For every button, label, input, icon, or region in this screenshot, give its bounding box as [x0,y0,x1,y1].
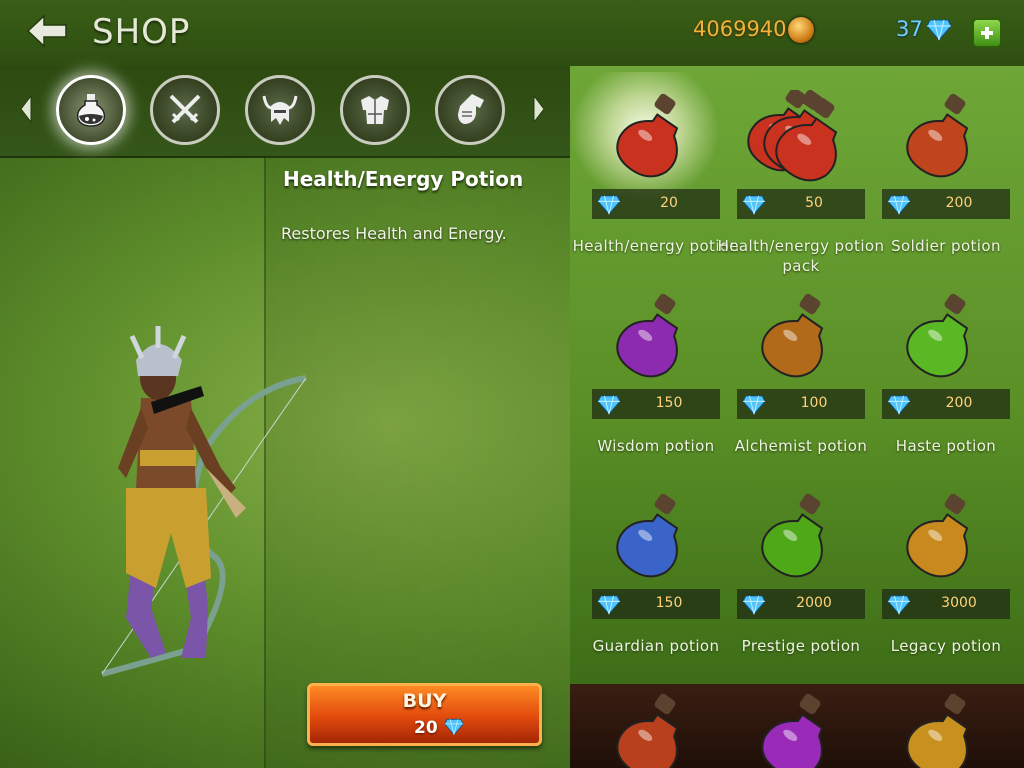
chest-armor-icon [361,96,389,124]
add-gems-button[interactable] [972,18,1002,48]
item-price: 200 [945,195,973,211]
price-bar: 100 [737,389,865,419]
chevron-left-icon[interactable] [19,94,33,124]
gem-icon [597,595,621,615]
gold-coin-icon [788,17,814,43]
item-price: 2000 [796,595,832,611]
top-bar: SHOP 4069940 37 [0,0,1024,66]
gem-icon [742,195,766,215]
buy-label: BUY [402,690,447,712]
category-tab-gloves[interactable] [435,75,505,145]
potion-bottle-icon [906,493,969,578]
shop-item[interactable]: 20 Health/energy potion [570,72,739,276]
item-title: Health/Energy Potion [283,167,524,191]
shop-item-partial[interactable] [862,686,992,768]
chevron-right-icon[interactable] [532,94,546,124]
back-arrow-icon[interactable] [26,14,68,48]
potion-bottle-icon [616,493,679,578]
price-bar: 2000 [737,589,865,619]
shop-item[interactable]: 200 Soldier potion [862,86,1010,276]
potion-bottle-icon [761,293,824,378]
gem-icon [887,395,911,415]
shop-item[interactable]: 150 Guardian potion [572,486,720,676]
gem-icon [597,195,621,215]
item-name: Haste potion [895,437,997,455]
item-name: Alchemist potion [734,437,868,455]
item-price: 20 [660,195,678,211]
item-name: Legacy potion [890,637,1002,655]
gem-icon [444,718,464,736]
potion-bottle-icon [747,90,838,182]
category-tab-weapons[interactable] [150,75,220,145]
page-title: SHOP [92,12,191,52]
buy-button[interactable]: BUY 20 [307,683,542,746]
category-tab-helmets[interactable] [245,75,315,145]
potion-bottle-icon [761,693,824,768]
gem-icon [742,595,766,615]
gem-icon [597,395,621,415]
shop-item[interactable]: 100 Alchemist potion [717,286,867,476]
gem-icon [926,19,952,41]
price-bar: 50 [737,189,865,219]
item-name: Health/energy potion [572,237,740,255]
item-name: Soldier potion [891,237,1001,255]
shop-item[interactable]: 50 Health/energy potion pack [717,86,884,276]
gem-icon [742,395,766,415]
buy-price: 20 [414,718,438,738]
item-description: Restores Health and Energy. [281,224,507,243]
potion-bottle-icon [616,693,679,768]
gem-balance: 37 [896,17,923,41]
potion-bottle-icon [616,93,679,178]
price-bar: 200 [882,189,1010,219]
potion-bottle-icon [906,293,969,378]
shop-item[interactable]: 2000 Prestige potion [717,486,865,676]
potion-bottle-icon [906,693,969,768]
price-bar: 150 [592,389,720,419]
price-bar: 3000 [882,589,1010,619]
item-name: Guardian potion [592,637,720,655]
item-name: Health/energy potion pack [717,237,885,275]
potion-bottle-icon [616,293,679,378]
hero-character [101,326,307,677]
item-price: 3000 [941,595,977,611]
potion-bottle-icon [906,93,969,178]
gem-icon [887,195,911,215]
price-bar: 150 [592,589,720,619]
category-tab-armor[interactable] [340,75,410,145]
gold-balance: 4069940 [693,17,787,41]
category-tab-potions[interactable] [56,75,126,145]
shop-item[interactable]: 200 Haste potion [862,286,1010,476]
potion-bottle-icon [761,493,824,578]
item-price: 150 [655,395,683,411]
horned-helmet-icon [262,95,298,125]
item-name: Wisdom potion [597,437,715,455]
potion-icon [76,94,106,127]
crossed-swords-icon [169,94,201,124]
gem-icon [887,595,911,615]
shop-item[interactable]: 150 Wisdom potion [572,286,720,476]
shop-item-partial[interactable] [717,686,847,768]
price-bar: 20 [592,189,720,219]
shop-item-partial[interactable] [572,686,702,768]
gauntlet-icon [458,94,484,124]
item-price: 150 [655,595,683,611]
shop-item[interactable]: 3000 Legacy potion [862,486,1010,676]
item-price: 200 [945,395,973,411]
item-price: 100 [800,395,828,411]
price-bar: 200 [882,389,1010,419]
item-name: Prestige potion [741,637,861,655]
item-price: 50 [805,195,823,211]
